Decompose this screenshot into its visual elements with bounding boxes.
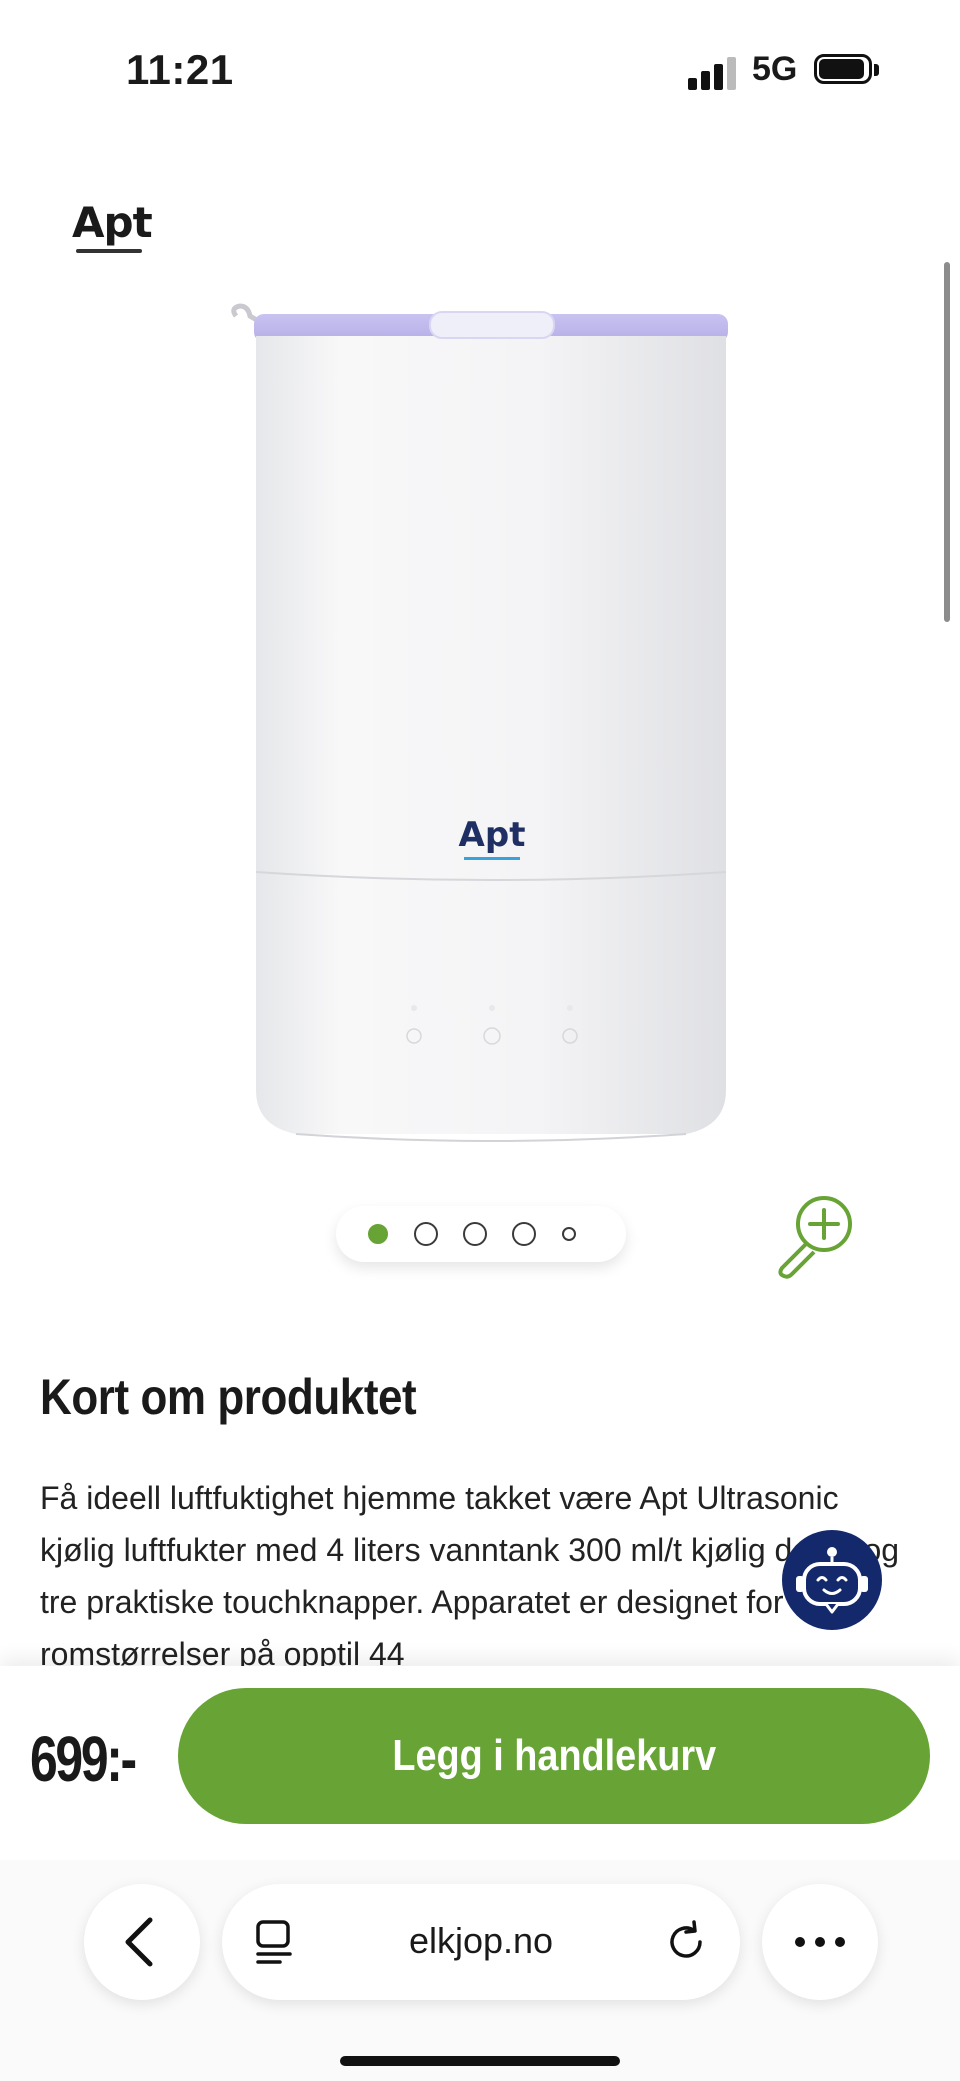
address-bar[interactable]: elkjop.no [222, 1884, 740, 2000]
carousel-dot-2[interactable] [414, 1222, 438, 1246]
battery-icon [814, 54, 880, 88]
add-to-cart-button[interactable]: Legg i handlekurv [178, 1688, 930, 1824]
product-description: Få ideell luftfuktighet hjemme takket væ… [40, 1480, 900, 1672]
reload-icon[interactable] [662, 1918, 710, 1966]
carousel-dot-1[interactable] [368, 1224, 388, 1244]
brand-name: Apt [72, 198, 153, 247]
image-carousel-dots[interactable] [336, 1206, 626, 1262]
section-title: Kort om produktet [40, 1369, 417, 1425]
add-to-cart-label: Legg i handlekurv [392, 1731, 716, 1780]
more-icon [795, 1937, 845, 1947]
scroll-indicator [944, 262, 950, 622]
brand-logo[interactable]: Apt [72, 198, 153, 253]
network-label: 5G [752, 50, 798, 88]
back-button[interactable] [84, 1884, 200, 2000]
signal-icon [688, 54, 736, 90]
carousel-dot-4[interactable] [512, 1222, 536, 1246]
status-bar: 11:21 5G [0, 0, 960, 140]
chatbot-button[interactable] [782, 1530, 882, 1630]
chatbot-icon [796, 1547, 868, 1614]
product-image[interactable]: Apt [224, 300, 744, 1200]
browser-toolbar: elkjop.no [0, 1860, 960, 2081]
product-logo-text: Apt [459, 815, 526, 855]
price: 699:- [30, 1723, 137, 1795]
home-indicator [340, 2056, 620, 2066]
status-time: 11:21 [126, 46, 234, 93]
back-icon [125, 1917, 153, 1967]
carousel-dot-5[interactable] [562, 1227, 576, 1241]
more-button[interactable] [762, 1884, 878, 2000]
carousel-dot-3[interactable] [463, 1222, 487, 1246]
zoom-in-icon[interactable] [770, 1190, 860, 1280]
